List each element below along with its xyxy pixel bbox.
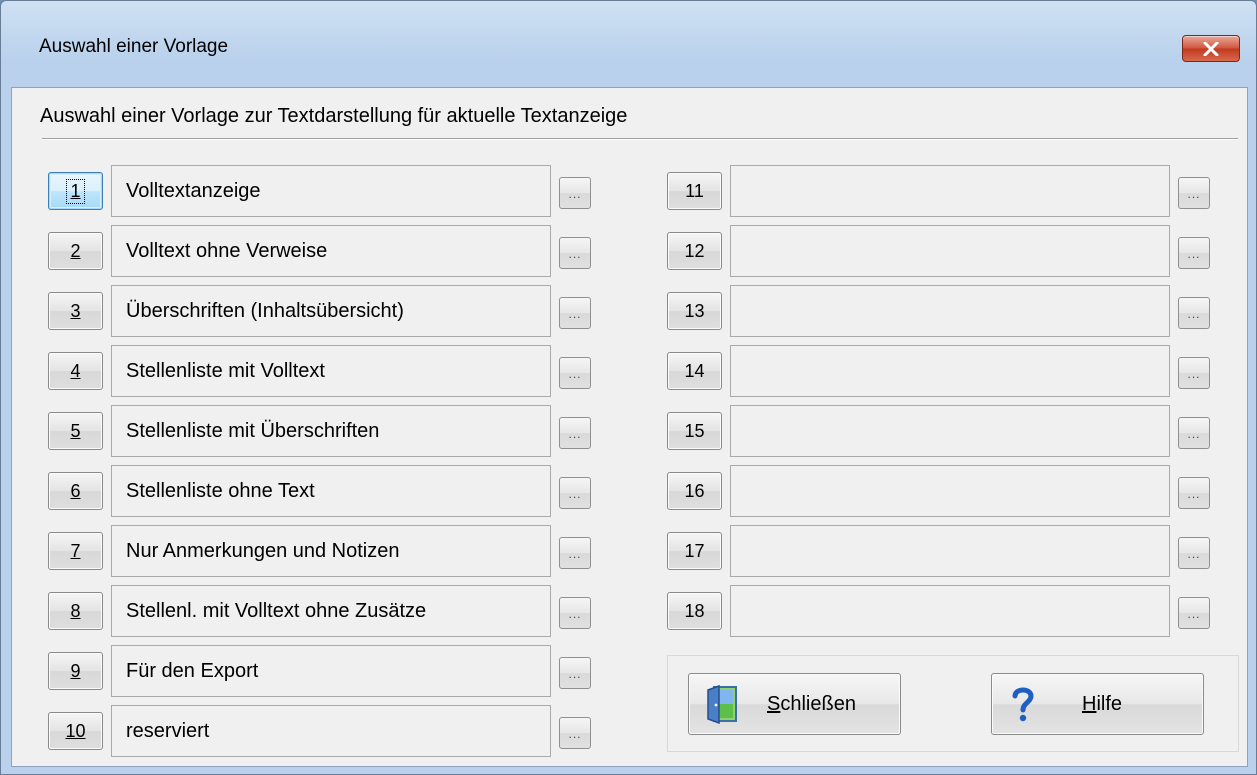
template-browse-button-13[interactable]: ... <box>1178 297 1210 329</box>
template-browse-button-6[interactable]: ... <box>559 477 591 509</box>
template-number-button-8[interactable]: 8 <box>48 592 103 630</box>
template-name-field-9[interactable]: Für den Export <box>111 645 551 697</box>
template-number-button-1[interactable]: 1 <box>48 172 103 210</box>
template-browse-button-1[interactable]: ... <box>559 177 591 209</box>
dialog-heading: Auswahl einer Vorlage zur Textdarstellun… <box>40 105 628 127</box>
template-number-button-12[interactable]: 12 <box>667 232 722 270</box>
template-number-button-15[interactable]: 15 <box>667 412 722 450</box>
template-browse-button-3[interactable]: ... <box>559 297 591 329</box>
help-button-label: Hilfe <box>1082 692 1123 715</box>
template-number-button-6[interactable]: 6 <box>48 472 103 510</box>
template-name-field-4[interactable]: Stellenliste mit Volltext <box>111 345 551 397</box>
template-browse-button-10[interactable]: ... <box>559 717 591 749</box>
template-name-field-17[interactable] <box>730 525 1170 577</box>
template-name-field-1[interactable]: Volltextanzeige <box>111 165 551 217</box>
template-name-field-8[interactable]: Stellenl. mit Volltext ohne Zusätze <box>111 585 551 637</box>
template-browse-button-11[interactable]: ... <box>1178 177 1210 209</box>
template-number-button-13[interactable]: 13 <box>667 292 722 330</box>
template-number-button-11[interactable]: 11 <box>667 172 722 210</box>
template-browse-button-5[interactable]: ... <box>559 417 591 449</box>
template-browse-button-18[interactable]: ... <box>1178 597 1210 629</box>
template-number-button-9[interactable]: 9 <box>48 652 103 690</box>
template-number-button-2[interactable]: 2 <box>48 232 103 270</box>
template-browse-button-15[interactable]: ... <box>1178 417 1210 449</box>
template-browse-button-9[interactable]: ... <box>559 657 591 689</box>
dialog-client-area: Auswahl einer Vorlage zur Textdarstellun… <box>11 87 1248 767</box>
template-name-field-7[interactable]: Nur Anmerkungen und Notizen <box>111 525 551 577</box>
template-browse-button-7[interactable]: ... <box>559 537 591 569</box>
template-name-field-5[interactable]: Stellenliste mit Überschriften <box>111 405 551 457</box>
template-number-button-4[interactable]: 4 <box>48 352 103 390</box>
template-name-field-10[interactable]: reserviert <box>111 705 551 757</box>
template-number-button-14[interactable]: 14 <box>667 352 722 390</box>
help-button[interactable]: Hilfe <box>991 673 1204 735</box>
question-mark-icon <box>1012 687 1034 722</box>
door-exit-icon <box>707 684 737 724</box>
template-name-field-6[interactable]: Stellenliste ohne Text <box>111 465 551 517</box>
template-number-button-3[interactable]: 3 <box>48 292 103 330</box>
window-title: Auswahl einer Vorlage <box>39 36 229 57</box>
template-browse-button-16[interactable]: ... <box>1178 477 1210 509</box>
template-number-button-7[interactable]: 7 <box>48 532 103 570</box>
action-button-group: Schließen Hilfe <box>667 655 1239 752</box>
template-name-field-2[interactable]: Volltext ohne Verweise <box>111 225 551 277</box>
dialog-window: Auswahl einer Vorlage Auswahl einer Vorl… <box>0 0 1257 775</box>
template-browse-button-8[interactable]: ... <box>559 597 591 629</box>
close-window-button[interactable] <box>1182 35 1240 62</box>
heading-divider <box>42 138 1238 140</box>
template-name-field-16[interactable] <box>730 465 1170 517</box>
template-name-field-14[interactable] <box>730 345 1170 397</box>
template-browse-button-2[interactable]: ... <box>559 237 591 269</box>
template-browse-button-4[interactable]: ... <box>559 357 591 389</box>
close-x-icon <box>1203 41 1219 56</box>
close-button-label: Schließen <box>767 692 856 715</box>
template-name-field-18[interactable] <box>730 585 1170 637</box>
template-browse-button-14[interactable]: ... <box>1178 357 1210 389</box>
title-bar[interactable]: Auswahl einer Vorlage <box>1 1 1256 87</box>
template-name-field-13[interactable] <box>730 285 1170 337</box>
template-name-field-11[interactable] <box>730 165 1170 217</box>
template-number-button-16[interactable]: 16 <box>667 472 722 510</box>
close-button[interactable]: Schließen <box>688 673 901 735</box>
template-number-button-17[interactable]: 17 <box>667 532 722 570</box>
template-number-button-5[interactable]: 5 <box>48 412 103 450</box>
template-name-field-12[interactable] <box>730 225 1170 277</box>
template-number-button-18[interactable]: 18 <box>667 592 722 630</box>
template-name-field-15[interactable] <box>730 405 1170 457</box>
template-browse-button-12[interactable]: ... <box>1178 237 1210 269</box>
template-number-button-10[interactable]: 10 <box>48 712 103 750</box>
template-browse-button-17[interactable]: ... <box>1178 537 1210 569</box>
template-name-field-3[interactable]: Überschriften (Inhaltsübersicht) <box>111 285 551 337</box>
